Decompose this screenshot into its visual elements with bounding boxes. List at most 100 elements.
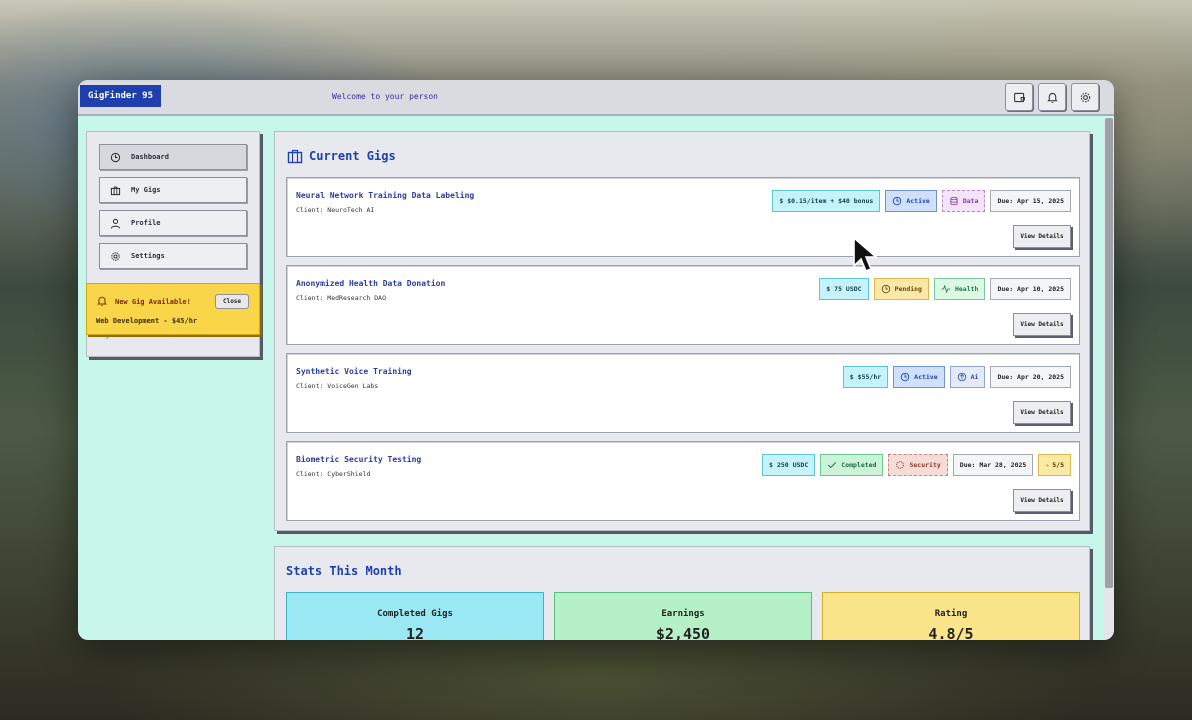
gig-card[interactable]: Synthetic Voice Training Client: VoiceGe… (286, 353, 1080, 433)
gig-card[interactable]: Biometric Security Testing Client: Cyber… (286, 441, 1080, 521)
database-icon (950, 196, 958, 206)
clock-icon (900, 372, 910, 382)
bell-icon (97, 296, 107, 306)
notifications-button[interactable] (1038, 83, 1066, 111)
sidebar-item-label: Dashboard (131, 153, 169, 161)
current-gigs-panel: Current Gigs Neural Network Training Dat… (274, 131, 1090, 531)
gig-title[interactable]: Anonymized Health Data Donation (296, 279, 445, 288)
gear-icon (111, 251, 120, 261)
sidebar-item-label: Profile (131, 219, 161, 227)
sidebar-item-dashboard[interactable]: Dashboard (99, 144, 247, 170)
mouse-cursor-icon (853, 236, 878, 273)
stat-card-earnings: Earnings $2,450 (554, 592, 812, 640)
stat-label: Rating (934, 609, 968, 619)
status-badge: Active (893, 366, 945, 388)
status-text: Pending (894, 285, 922, 293)
settings-icon (1080, 92, 1090, 102)
app-brand[interactable]: GigFinder 95 (80, 85, 162, 107)
activity-icon (941, 284, 951, 294)
gig-client: Client: VoiceGen Labs (296, 382, 379, 390)
pay-value: 75 USDC (834, 285, 862, 293)
clock-icon (893, 196, 902, 206)
cpu-icon (957, 372, 966, 382)
gig-tags: $250 USDC Completed Security Due: Mar 28… (762, 454, 1071, 476)
pay-value: $0.15/item + $40 bonus (787, 197, 874, 205)
pay-value: $55/hr (857, 373, 882, 381)
stat-value: 12 (405, 625, 425, 640)
toast-message: Web Development - $45/hr (96, 317, 198, 325)
pay-tag: $75 USDC (819, 278, 869, 300)
bell-icon (1046, 92, 1058, 103)
wallet-button[interactable] (1005, 83, 1033, 111)
scrollbar-thumb[interactable] (1105, 118, 1113, 588)
category-badge: Health (933, 278, 986, 300)
gig-tags: $ $0.15/item + $40 bonus Active Data Due:… (772, 190, 1071, 212)
stat-card-completed: Completed Gigs 12 (286, 592, 544, 640)
status-badge: Pending (873, 278, 929, 300)
status-text: Completed (841, 461, 877, 469)
gig-card[interactable]: Neural Network Training Data Labeling Cl… (286, 177, 1080, 257)
gig-title[interactable]: Biometric Security Testing (296, 455, 421, 464)
category-text: Ai (970, 373, 979, 381)
stats-title: Stats This Month (286, 564, 402, 578)
due-date-badge: Due: Apr 10, 2025 (990, 278, 1071, 300)
due-date-badge: Due: Apr 20, 2025 (990, 366, 1071, 388)
stat-value: 4.8/5 (928, 625, 974, 640)
toast-close-button[interactable]: Close (215, 294, 249, 309)
stat-value: $2,450 (655, 625, 711, 640)
status-text: Active (906, 197, 930, 205)
category-text: Security (909, 461, 941, 469)
title-bar: GigFinder 95 Welcome to your person (78, 80, 1114, 116)
status-badge: Completed (820, 454, 884, 476)
briefcase-icon (110, 186, 121, 195)
category-text: Data (962, 197, 979, 205)
category-badge: Security (888, 454, 948, 476)
gig-client: Client: NeuroTech AI (296, 206, 375, 214)
gig-card[interactable]: Anonymized Health Data Donation Client: … (286, 265, 1080, 345)
panel-title: Current Gigs (287, 148, 396, 164)
view-details-button[interactable]: View Details (1013, 313, 1071, 336)
stat-label: Completed Gigs (377, 609, 453, 619)
pay-tag: $ $55/hr (842, 366, 889, 388)
status-text: Active (914, 373, 938, 381)
gig-client: Client: MedResearch DAO (296, 294, 387, 302)
gig-tags: $ $55/hr Active Ai Due: Apr 20, 2025 (842, 366, 1071, 388)
sidebar-item-profile[interactable]: Profile (99, 210, 247, 236)
due-date-badge: Due: Apr 15, 2025 (990, 190, 1071, 212)
rating-text: 5/5 (1052, 461, 1064, 469)
user-icon (110, 218, 121, 228)
sidebar-item-my-gigs[interactable]: My Gigs (99, 177, 247, 203)
pay-tag: $ $0.15/item + $40 bonus (772, 190, 881, 212)
view-details-button[interactable]: View Details (1013, 401, 1071, 424)
clock-icon (881, 284, 890, 294)
pay-tag: $250 USDC (762, 454, 816, 476)
new-gig-toast: New Gig Available! Close Web Development… (86, 283, 260, 335)
dollar-icon: $ (849, 373, 854, 381)
category-badge: Ai (949, 366, 986, 388)
stat-card-rating: Rating 4.8/5 (822, 592, 1080, 640)
shield-gear-icon (896, 461, 905, 469)
check-icon (828, 462, 837, 469)
rating-badge: ★ 5/5 (1038, 454, 1071, 476)
sidebar-item-label: My Gigs (131, 186, 161, 194)
settings-button[interactable] (1071, 83, 1099, 111)
dollar-icon: $ (779, 197, 784, 205)
gig-title[interactable]: Neural Network Training Data Labeling (296, 191, 474, 200)
status-badge: Active (885, 190, 937, 212)
dollar-icon: $ (826, 285, 831, 293)
gig-client: Client: CyberShield (296, 470, 371, 478)
category-badge: Data (941, 190, 986, 212)
view-details-button[interactable]: View Details (1013, 225, 1071, 248)
category-text: Health (954, 285, 979, 293)
sidebar-item-settings[interactable]: Settings (99, 243, 247, 269)
panel-title-text: Current Gigs (309, 149, 396, 163)
dollar-icon: $ (769, 461, 773, 469)
view-details-button[interactable]: View Details (1013, 489, 1071, 512)
due-date-badge: Due: Mar 28, 2025 (952, 454, 1034, 476)
sidebar-item-label: Settings (131, 252, 165, 260)
gig-title[interactable]: Synthetic Voice Training (296, 367, 412, 376)
app-window: GigFinder 95 Welcome to your person Dash… (78, 80, 1114, 640)
pay-value: 250 USDC (776, 461, 809, 469)
welcome-text: Welcome to your person (332, 92, 438, 101)
briefcase-icon (287, 149, 303, 164)
